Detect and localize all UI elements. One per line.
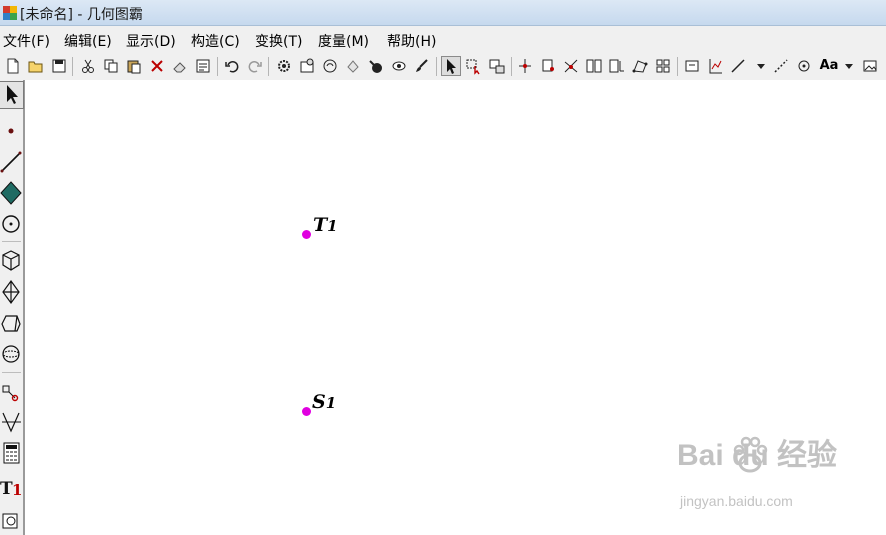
dropdown-arrow-icon[interactable] xyxy=(840,57,858,75)
cut-icon[interactable] xyxy=(79,57,97,75)
polygon-tool-icon[interactable] xyxy=(0,180,23,206)
circle-tool-icon[interactable] xyxy=(0,211,23,237)
point-t1[interactable] xyxy=(302,230,311,239)
watermark-url: jingyan.baidu.com xyxy=(680,493,793,509)
app-logo-icon xyxy=(3,6,17,20)
settings-icon[interactable] xyxy=(275,57,293,75)
dotted-line-icon[interactable] xyxy=(772,57,790,75)
polygon-icon[interactable] xyxy=(631,57,649,75)
toolbox-separator xyxy=(2,372,21,373)
trace-icon[interactable] xyxy=(367,57,385,75)
select-group-icon[interactable] xyxy=(488,57,506,75)
dropdown-arrow-icon[interactable] xyxy=(752,57,770,75)
menu-measure[interactable]: 度量(M) xyxy=(318,31,369,51)
undo-icon[interactable] xyxy=(223,57,241,75)
transform-tool-icon[interactable] xyxy=(0,378,23,404)
toolbar-separator xyxy=(268,57,269,76)
text-tool-sub: 1 xyxy=(12,481,23,499)
menu-bar: 文件(F) 编辑(E) 显示(D) 构造(C) 变换(T) 度量(M) 帮助(H… xyxy=(0,26,886,54)
point-s1[interactable] xyxy=(302,407,311,416)
toolbar-separator xyxy=(217,57,218,76)
redo-icon[interactable] xyxy=(246,57,264,75)
perpendicular-icon[interactable] xyxy=(608,57,626,75)
copy-icon[interactable] xyxy=(102,57,120,75)
text-tool-icon[interactable]: T 1 xyxy=(0,477,23,503)
window-title: [未命名] - 几何图霸 xyxy=(20,7,143,23)
text-tool-label: T xyxy=(0,479,13,499)
parallel-icon[interactable] xyxy=(585,57,603,75)
baidu-watermark: Bai du 经验 jingyan.baidu.com xyxy=(650,428,870,523)
title-bar[interactable]: [未命名] - 几何图霸 xyxy=(0,0,886,26)
image-tool-icon[interactable] xyxy=(0,508,23,534)
toolbar-separator xyxy=(436,57,437,76)
toolbar: Aa xyxy=(0,53,886,81)
menu-edit[interactable]: 编辑(E) xyxy=(64,31,112,51)
circle-point-icon[interactable] xyxy=(795,57,813,75)
graph-tool-icon[interactable] xyxy=(0,409,23,435)
properties-icon[interactable] xyxy=(194,57,212,75)
toolbox-separator xyxy=(2,241,21,242)
point-s1-label[interactable]: S1 xyxy=(312,391,336,413)
menu-construct[interactable]: 构造(C) xyxy=(191,31,240,51)
hide-icon[interactable] xyxy=(390,57,408,75)
eraser-icon[interactable] xyxy=(171,57,189,75)
octahedron-tool-icon[interactable] xyxy=(0,279,23,305)
brush-icon[interactable] xyxy=(413,57,431,75)
arrow-tool-icon[interactable] xyxy=(0,81,24,109)
toolbar-separator xyxy=(511,57,512,76)
color-fill-icon[interactable] xyxy=(344,57,362,75)
point-on-object-icon[interactable] xyxy=(516,57,534,75)
sphere-tool-icon[interactable] xyxy=(0,341,23,367)
toolbar-separator xyxy=(72,57,73,76)
segment-tool-icon[interactable] xyxy=(0,149,23,175)
line-icon[interactable] xyxy=(729,57,747,75)
intersect-icon[interactable] xyxy=(562,57,580,75)
menu-transform[interactable]: 变换(T) xyxy=(255,31,302,51)
delete-icon[interactable] xyxy=(148,57,166,75)
select-rect-icon[interactable] xyxy=(465,57,483,75)
watermark-brand: Bai du 经验 xyxy=(677,439,838,472)
toolbar-separator xyxy=(677,57,678,76)
point-tool-icon[interactable] xyxy=(0,118,23,144)
toolbar-config-icon[interactable] xyxy=(298,57,316,75)
new-file-icon[interactable] xyxy=(4,57,22,75)
grid-icon[interactable] xyxy=(654,57,672,75)
open-folder-icon[interactable] xyxy=(27,57,45,75)
prism-tool-icon[interactable] xyxy=(0,310,23,336)
animate-icon[interactable] xyxy=(321,57,339,75)
menu-display[interactable]: 显示(D) xyxy=(126,31,176,51)
midpoint-icon[interactable] xyxy=(539,57,557,75)
toolbox: T 1 xyxy=(0,80,25,535)
menu-file[interactable]: 文件(F) xyxy=(3,31,50,51)
arrow-select-icon[interactable] xyxy=(441,56,461,76)
menu-help[interactable]: 帮助(H) xyxy=(387,31,436,51)
point-t1-label[interactable]: T1 xyxy=(313,214,338,236)
image-icon[interactable] xyxy=(861,57,879,75)
save-icon[interactable] xyxy=(50,57,68,75)
text-style-button[interactable]: Aa xyxy=(818,57,840,75)
coordinate-icon[interactable] xyxy=(706,57,724,75)
calculator-tool-icon[interactable] xyxy=(0,440,23,466)
label-box-icon[interactable] xyxy=(683,57,701,75)
cube-tool-icon[interactable] xyxy=(0,248,23,274)
paste-icon[interactable] xyxy=(125,57,143,75)
